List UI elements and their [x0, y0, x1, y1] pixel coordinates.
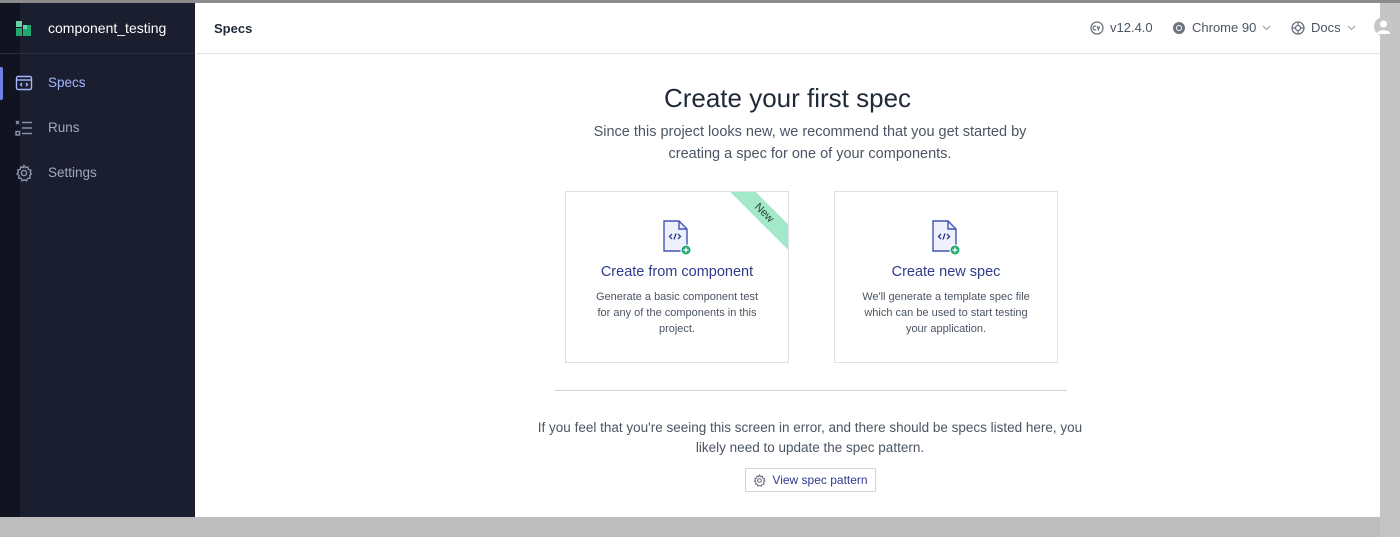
- sidebar-item-settings[interactable]: Settings: [0, 151, 195, 196]
- cypress-logo-icon: [16, 21, 31, 36]
- window-right-edge: [1380, 3, 1400, 537]
- user-avatar-icon: [1376, 20, 1391, 34]
- docs-menu[interactable]: Docs: [1291, 20, 1356, 35]
- card-description: We'll generate a template spec file whic…: [862, 291, 1030, 335]
- sidebar-item-label: Specs: [48, 75, 86, 90]
- sidebar-nav: Specs Runs Settings: [0, 54, 195, 196]
- card-title: Create new spec: [891, 264, 1001, 280]
- runs-icon: [15, 120, 32, 136]
- avatar[interactable]: [1374, 17, 1393, 36]
- breadcrumb: Specs: [214, 21, 253, 36]
- divider: [555, 390, 1067, 391]
- chevron-down-icon: [1262, 25, 1271, 30]
- cypress-version-icon: [1090, 20, 1104, 35]
- page-subtitle: Since this project looks new, we recomme…: [593, 124, 1027, 162]
- docs-icon: [1291, 20, 1305, 35]
- top-bar: Specs v12.4.0 Chrome 90 Docs: [195, 3, 1393, 54]
- view-spec-pattern-button[interactable]: View spec pattern: [745, 468, 876, 492]
- new-badge: New: [718, 192, 788, 262]
- project-name: component_testing: [48, 20, 167, 36]
- sidebar-item-runs[interactable]: Runs: [0, 106, 195, 151]
- chrome-icon: [1173, 21, 1185, 34]
- create-from-component-card[interactable]: New Create from component Generate a bas…: [565, 191, 789, 363]
- create-new-spec-card[interactable]: Create new spec We'll generate a templat…: [834, 191, 1058, 363]
- new-badge-label: New: [722, 192, 788, 255]
- main-panel: Specs v12.4.0 Chrome 90 Docs Create your…: [195, 3, 1393, 517]
- app-window: component_testing Specs Runs Settings Sp…: [0, 3, 1393, 517]
- gear-icon: [15, 164, 33, 182]
- card-title: Create from component: [600, 264, 754, 280]
- chevron-down-icon: [1347, 25, 1356, 30]
- sidebar-item-label: Runs: [48, 120, 80, 135]
- version-link[interactable]: v12.4.0: [1090, 20, 1153, 35]
- browser-label: Chrome 90: [1192, 20, 1257, 35]
- view-spec-pattern-label: View spec pattern: [772, 473, 868, 487]
- sidebar-item-specs[interactable]: Specs: [0, 61, 195, 106]
- file-code-add-icon: [663, 220, 691, 256]
- file-code-add-icon: [932, 220, 960, 256]
- card-description: Generate a basic component test for any …: [595, 291, 759, 335]
- sidebar-item-label: Settings: [48, 165, 97, 180]
- sidebar: component_testing Specs Runs Settings: [0, 3, 195, 517]
- docs-label: Docs: [1311, 20, 1341, 35]
- version-label: v12.4.0: [1110, 20, 1153, 35]
- page-title: Create your first spec: [663, 83, 912, 113]
- browser-selector[interactable]: Chrome 90: [1172, 20, 1271, 35]
- empty-state: Create your first spec Since this projec…: [195, 54, 1380, 517]
- gear-icon: [754, 473, 767, 487]
- specs-icon: [15, 75, 33, 91]
- sidebar-brand: component_testing: [0, 3, 195, 54]
- error-hint-text: If you feel that you're seeing this scre…: [537, 420, 1083, 455]
